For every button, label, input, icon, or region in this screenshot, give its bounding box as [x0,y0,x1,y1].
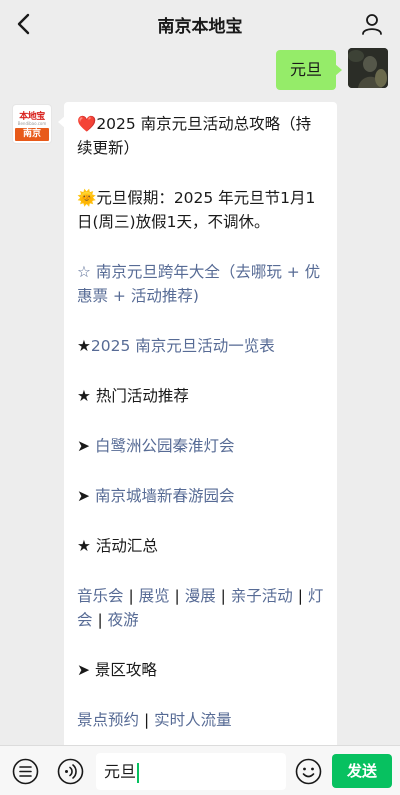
message-input-value: 元旦 [104,762,137,781]
star-solid-icon: ★ [77,337,91,355]
arrow-icon: ➤ [77,487,90,505]
link-live-crowd[interactable]: 实时人流量 [154,711,232,729]
input-bar: 元旦 发送 [0,745,400,795]
link-comic-expo[interactable]: 漫展 [185,587,216,605]
official-account-avatar[interactable]: 本地宝 Bendibao.com 南京 [12,104,52,144]
link-family-activity[interactable]: 亲子活动 [231,587,293,605]
voice-button[interactable] [57,758,84,785]
voice-list-icon [12,758,39,785]
send-button[interactable]: 发送 [332,754,392,788]
message-input[interactable]: 元旦 [96,753,286,790]
sound-wave-icon [57,758,84,785]
heart-icon: ❤️ [77,115,97,133]
chevron-left-icon [17,13,30,35]
back-button[interactable] [8,8,40,40]
link-citywall[interactable]: 南京城墙新春游园会 [95,487,235,505]
emoji-button[interactable] [295,758,322,785]
menu-button[interactable] [12,758,39,785]
star-outline-icon: ☆ [77,263,91,281]
profile-button[interactable] [358,10,386,38]
link-reservation[interactable]: 景点预约 [77,711,139,729]
chat-title: 南京本地宝 [157,16,243,37]
activity-list-item: ★2025 南京元旦活动一览表 [77,334,325,358]
logo-subtext: Bendibao.com [17,121,47,126]
outgoing-bubble[interactable]: 元旦 [275,50,343,90]
citywall-item: ➤ 南京城墙新春游园会 [77,484,325,508]
arrow-icon: ➤ [77,437,90,455]
link-bailuzhou[interactable]: 白鹭洲公园秦淮灯会 [95,437,235,455]
outgoing-message: 元旦 [68,48,388,90]
scenic-heading: ➤ 景区攻略 [77,661,157,679]
person-icon [362,14,382,35]
countdown-item: ☆ 南京元旦跨年大全（去哪玩 + 优惠票 + 活动推荐) [77,260,325,308]
my-avatar[interactable] [348,48,388,88]
link-activity-list[interactable]: 2025 南京元旦活动一览表 [91,337,275,355]
link-countdown[interactable]: 南京元旦跨年大全（去哪玩 + 优惠票 + 活动推荐) [77,263,320,305]
sun-icon: 🌞 [77,189,97,207]
header-bar: 南京本地宝 [0,0,400,48]
link-night-tour[interactable]: 夜游 [108,611,139,629]
summary-heading: ★ 活动汇总 [77,537,158,555]
headline-text: 2025 南京元旦活动总攻略（持续更新） [77,115,312,157]
holiday-info: 🌞元旦假期：2025 年元旦节1月1日(周三)放假1天，不调休。 [77,186,325,234]
text-caret [137,762,139,783]
logo-city: 南京 [15,128,49,141]
link-exhibition[interactable]: 展览 [139,587,170,605]
incoming-bubble: ❤️2025 南京元旦活动总攻略（持续更新） 🌞元旦假期：2025 年元旦节1月… [58,102,337,745]
link-concert[interactable]: 音乐会 [77,587,124,605]
avatar-photo [348,48,388,88]
scenic-links: 景点预约 | 实时人流量 [77,711,232,729]
holiday-text: 元旦假期：2025 年元旦节1月1日(周三)放假1天，不调休。 [77,189,316,231]
smiley-icon [295,758,322,785]
chat-area[interactable]: 元旦 本地宝 Bendibao.com 南京 ❤️2025 南京元旦活动总攻略（… [0,48,400,745]
headline: ❤️2025 南京元旦活动总攻略（持续更新） [77,112,325,160]
hot-heading: ★ 热门活动推荐 [77,387,189,405]
summary-links: 音乐会 | 展览 | 漫展 | 亲子活动 | 灯会 | 夜游 [77,587,324,629]
bailuzhou-item: ➤ 白鹭洲公园秦淮灯会 [77,434,325,458]
